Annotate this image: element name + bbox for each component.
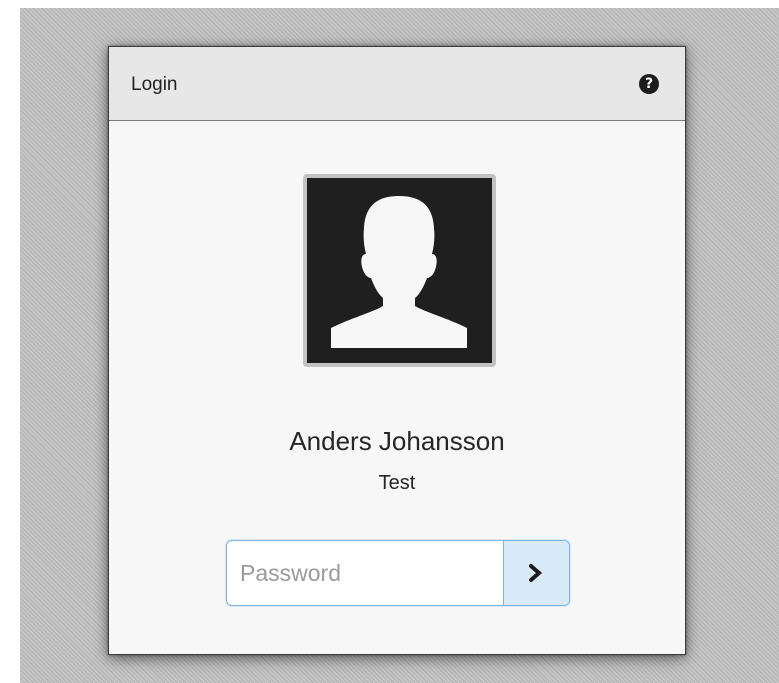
password-group [226,540,570,606]
question-circle-icon[interactable]: ? [639,74,659,94]
user-name: Anders Johansson [289,426,505,456]
user-domain: Test [378,472,416,494]
login-dialog: Login ? Anders Johansson Test [108,46,686,655]
login-submit-button[interactable] [503,541,569,605]
dialog-titlebar: Login ? [109,47,685,121]
password-input[interactable] [227,541,503,605]
chevron-right-icon [529,564,543,582]
user-avatar [303,174,496,367]
dialog-title: Login [131,74,178,95]
user-silhouette-icon [331,196,467,348]
